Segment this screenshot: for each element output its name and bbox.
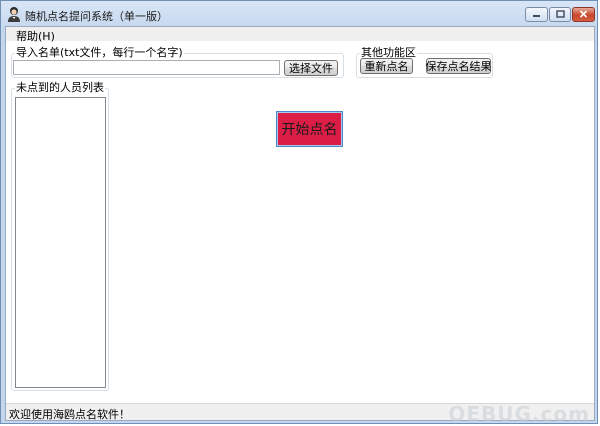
watermark-logo: OEBUG.com <box>448 402 590 426</box>
window-title: 随机点名提问系统（单一版） <box>25 10 168 23</box>
status-text: 欢迎使用海鸥点名软件！ <box>9 408 130 421</box>
save-results-button[interactable]: 保存点名结果 <box>426 58 492 74</box>
maximize-button[interactable] <box>549 7 571 22</box>
close-button[interactable] <box>572 7 595 22</box>
person-icon <box>7 6 21 22</box>
menu-bar: 帮助(H) <box>6 27 594 44</box>
title-bar[interactable]: 随机点名提问系统（单一版） <box>1 1 597 27</box>
client-area: 帮助(H) 导入名单(txt文件，每行一个名字) 选择文件 其他功能区 重新点名… <box>5 26 595 426</box>
menu-help[interactable]: 帮助(H) <box>16 28 55 44</box>
choose-file-button[interactable]: 选择文件 <box>284 60 338 76</box>
status-bar: 欢迎使用海鸥点名软件！ OEBUG.com <box>6 402 594 426</box>
absent-people-list[interactable] <box>15 97 106 388</box>
close-icon <box>579 8 588 21</box>
start-roll-call-button[interactable]: 开始点名 <box>276 111 343 147</box>
minimize-button[interactable] <box>525 7 548 22</box>
reroll-button[interactable]: 重新点名 <box>360 58 413 74</box>
app-window: 随机点名提问系统（单一版） 帮助(H) 导入名单(txt文件，每行一个名字) 选… <box>0 0 598 426</box>
file-path-input[interactable] <box>13 60 280 75</box>
minimize-icon <box>532 8 541 21</box>
absent-list-group-label: 未点到的人员列表 <box>15 81 105 94</box>
maximize-icon <box>555 8 565 21</box>
import-group-label: 导入名单(txt文件，每行一个名字) <box>15 46 184 59</box>
